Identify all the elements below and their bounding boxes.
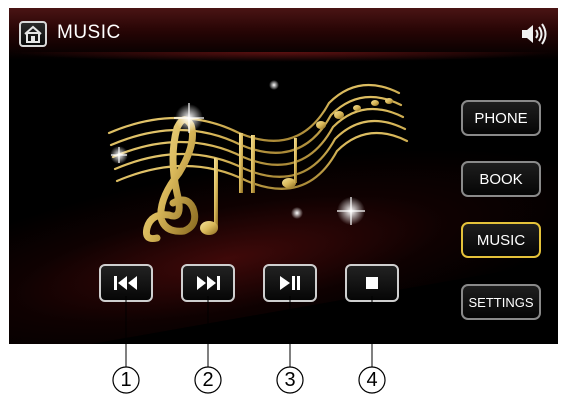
next-track-icon xyxy=(197,276,220,290)
phone-button[interactable]: PHONE xyxy=(461,100,541,136)
stop-icon xyxy=(366,277,378,289)
callout-4: 4 xyxy=(366,368,378,391)
speaker-volume-icon[interactable] xyxy=(520,22,548,46)
settings-button[interactable]: SETTINGS xyxy=(461,284,541,320)
title-bar: MUSIC xyxy=(9,8,558,62)
home-icon xyxy=(24,25,42,43)
callout-3: 3 xyxy=(284,368,296,391)
callout-1: 1 xyxy=(120,368,132,391)
page-title: MUSIC xyxy=(57,22,121,43)
book-button[interactable]: BOOK xyxy=(461,161,541,197)
play-pause-button[interactable] xyxy=(263,264,317,302)
music-button[interactable]: MUSIC xyxy=(461,222,541,258)
callout-2: 2 xyxy=(202,368,214,391)
previous-track-button[interactable] xyxy=(99,264,153,302)
home-button[interactable] xyxy=(19,21,47,47)
next-track-button[interactable] xyxy=(181,264,235,302)
head-unit-screen: MUSIC PHONE BOOK MUSIC SETTINGS xyxy=(9,8,558,344)
previous-track-icon xyxy=(114,276,137,290)
stop-button[interactable] xyxy=(345,264,399,302)
play-pause-icon xyxy=(280,276,300,290)
music-notes-staff-icon xyxy=(107,80,409,242)
